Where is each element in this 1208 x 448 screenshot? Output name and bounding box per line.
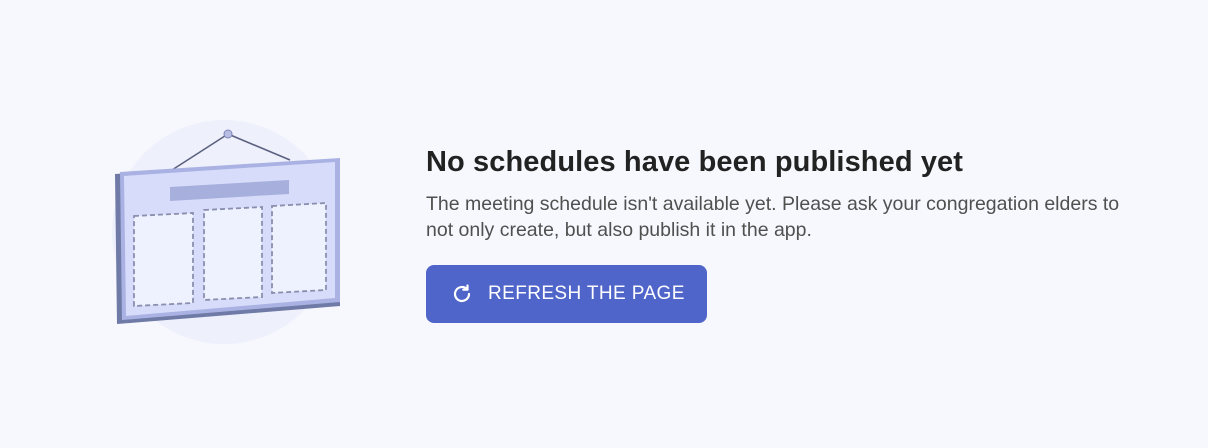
empty-state-title: No schedules have been published yet <box>426 146 964 178</box>
empty-schedule-page: No schedules have been published yet The… <box>0 0 1208 448</box>
empty-state-content: No schedules have been published yet The… <box>426 143 1166 323</box>
refresh-icon <box>450 282 474 306</box>
refresh-page-button[interactable]: REFRESH THE PAGE <box>426 265 707 323</box>
refresh-button-label: REFRESH THE PAGE <box>488 283 685 304</box>
hanging-board-icon <box>100 112 360 352</box>
empty-state-description: The meeting schedule isn't available yet… <box>426 193 1120 241</box>
